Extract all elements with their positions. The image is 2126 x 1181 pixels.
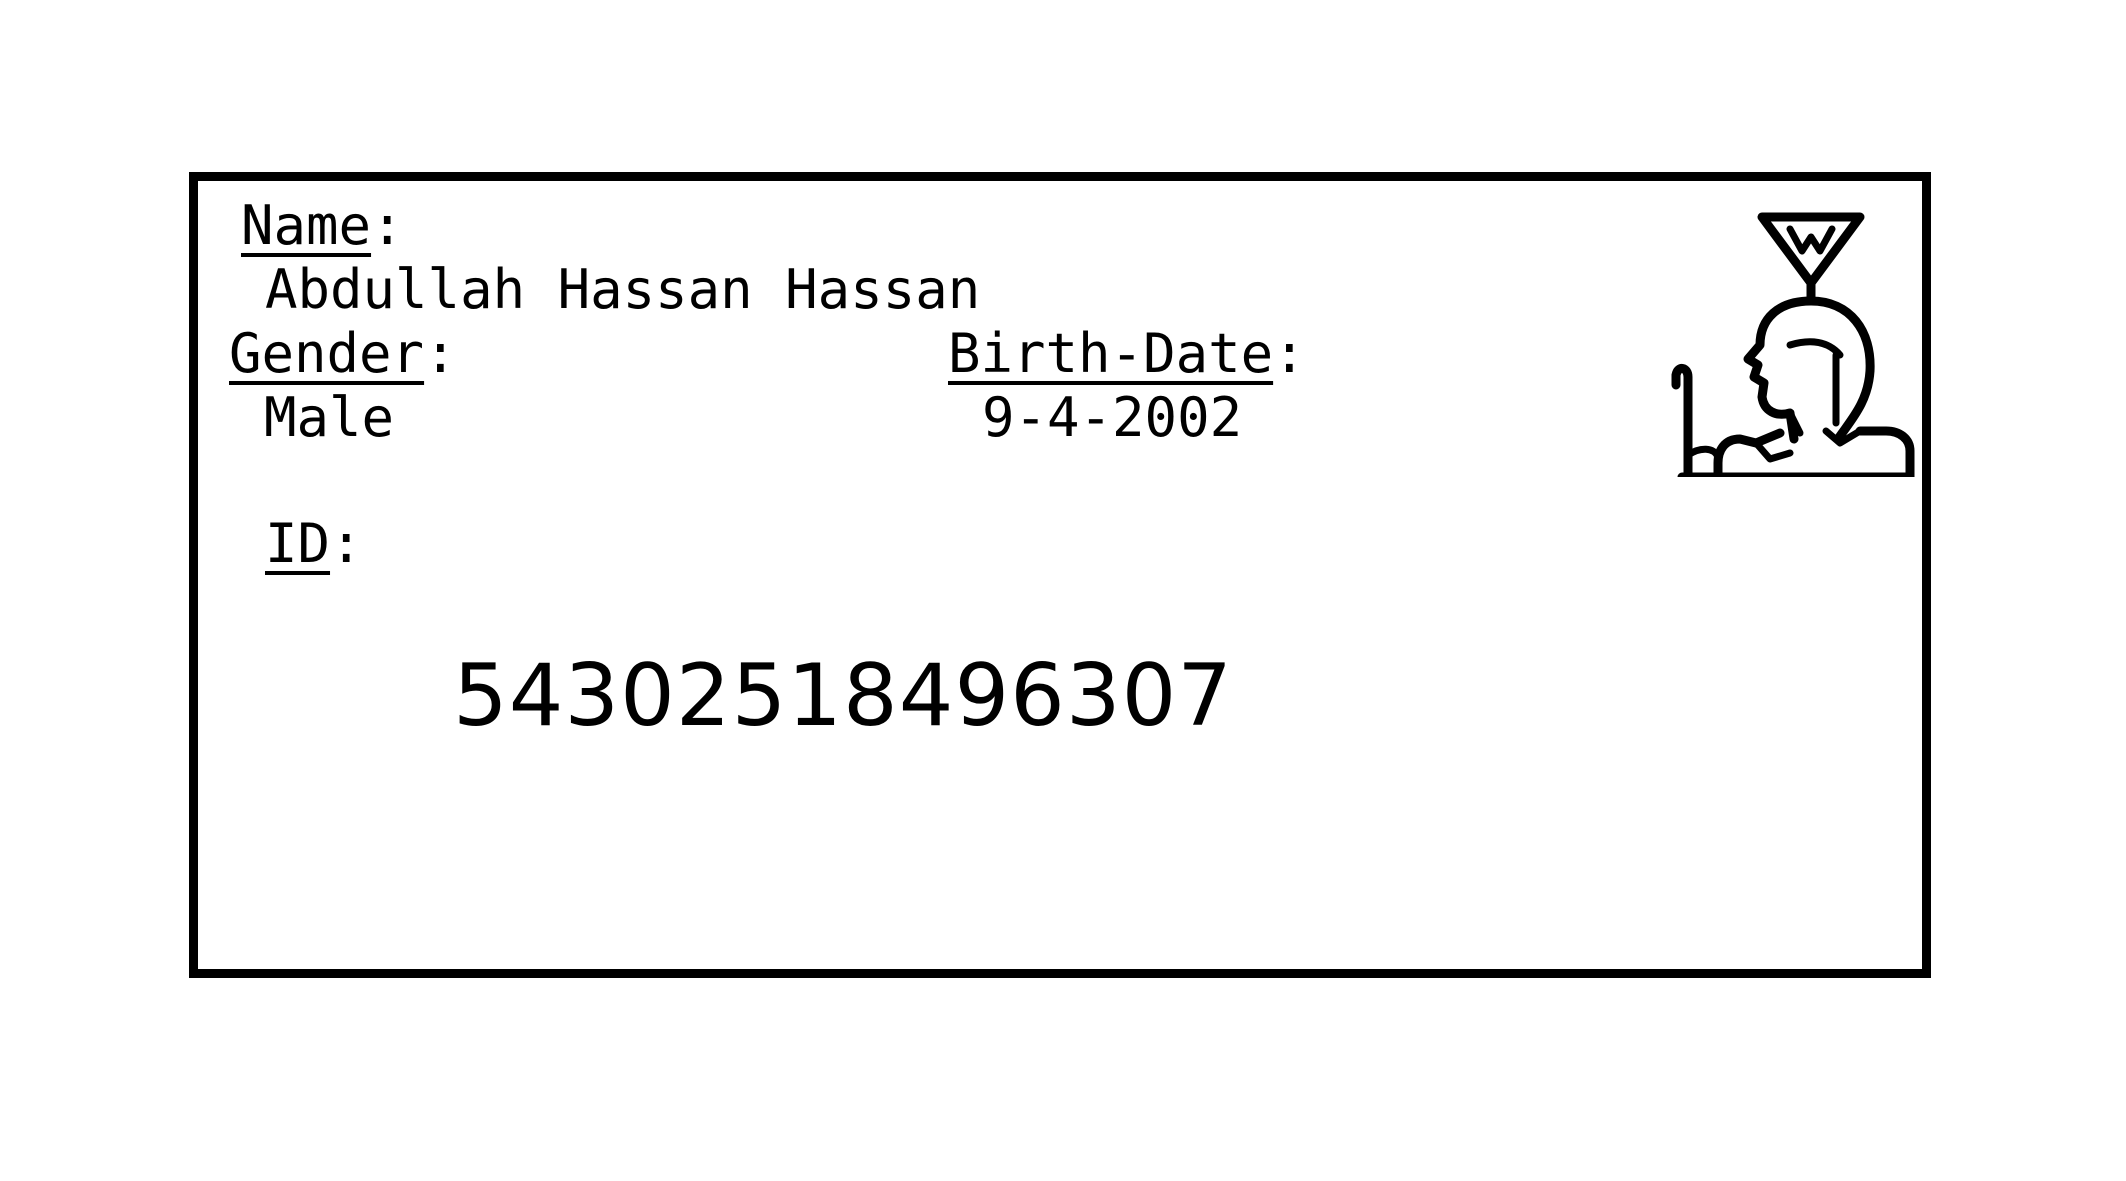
pharaoh-emblem-icon <box>1671 212 1915 477</box>
id-card: Name: Abdullah Hassan Hassan Gender: Mal… <box>189 172 1931 978</box>
gender-value: Male <box>264 386 395 449</box>
gender-label: Gender: <box>229 322 457 385</box>
id-number: 54302518496307 <box>453 646 1234 746</box>
name-label: Name: <box>241 194 404 257</box>
birthdate-label: Birth-Date: <box>948 322 1306 385</box>
name-value: Abdullah Hassan Hassan <box>265 258 981 321</box>
id-label: ID: <box>265 512 363 575</box>
birthdate-value: 9-4-2002 <box>982 386 1243 449</box>
